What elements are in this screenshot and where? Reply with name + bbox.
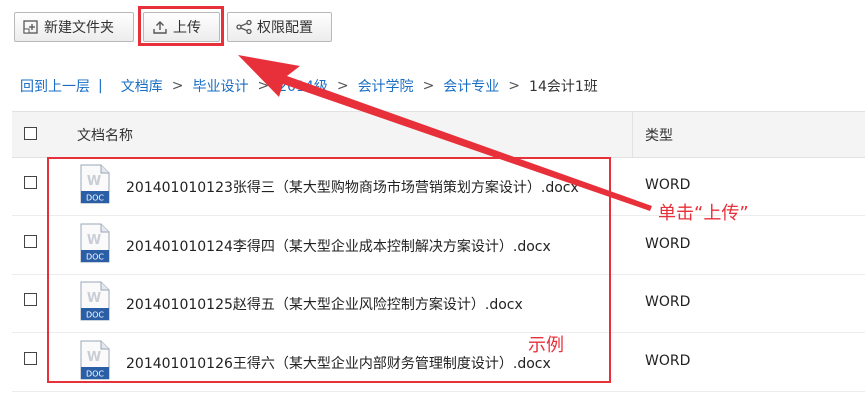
row-checkbox[interactable]	[24, 351, 37, 365]
back-link[interactable]: 回到上一层	[20, 76, 90, 96]
file-type: WORD	[645, 352, 691, 369]
breadcrumb-separator: >	[422, 78, 435, 94]
breadcrumb-separator: >	[336, 78, 349, 94]
svg-text:DOC: DOC	[86, 194, 104, 203]
breadcrumb-separator: >	[257, 78, 270, 94]
annotation-click-upload: 单击“上传”	[658, 203, 749, 224]
word-doc-icon: W DOC	[80, 223, 110, 263]
annotation-example: 示例	[528, 335, 564, 356]
table-header: 文档名称 类型	[12, 111, 865, 158]
upload-highlight-box	[138, 6, 224, 46]
table-row[interactable]: W DOC 201401010125赵得五（某大型企业风险控制方案设计）.doc…	[12, 274, 865, 333]
svg-text:W: W	[87, 174, 101, 189]
svg-text:W: W	[87, 233, 101, 248]
row-checkbox[interactable]	[24, 176, 37, 189]
breadcrumb-item-major[interactable]: 会计专业	[443, 76, 499, 96]
breadcrumb-item-graduation-design[interactable]: 毕业设计	[192, 76, 248, 96]
file-type: WORD	[645, 177, 691, 193]
file-name-link[interactable]: 201401010123张得三（某大型购物商场市场营销策划方案设计）.docx	[126, 177, 579, 197]
permissions-button[interactable]: 权限配置	[227, 12, 332, 42]
file-type: WORD	[645, 235, 691, 252]
row-checkbox[interactable]	[24, 293, 37, 306]
svg-text:DOC: DOC	[86, 311, 104, 320]
file-name-link[interactable]: 201401010124李得四（某大型企业成本控制解决方案设计）.docx	[126, 236, 551, 256]
file-name-link[interactable]: 201401010125赵得五（某大型企业风险控制方案设计）.docx	[126, 294, 523, 314]
column-divider	[632, 112, 633, 157]
breadcrumb-current: 14会计1班	[529, 79, 598, 95]
breadcrumb-item-school[interactable]: 会计学院	[358, 76, 414, 96]
column-header-name[interactable]: 文档名称	[77, 125, 133, 145]
new-folder-label: 新建文件夹	[44, 20, 114, 36]
svg-text:W: W	[87, 350, 101, 365]
breadcrumb-divider: |	[98, 78, 103, 94]
word-doc-icon: W DOC	[80, 281, 110, 321]
file-type: WORD	[645, 294, 691, 310]
new-folder-icon	[23, 20, 39, 34]
breadcrumb-item-library[interactable]: 文档库	[121, 76, 163, 96]
breadcrumb-item-grade[interactable]: 2014级	[278, 76, 328, 96]
new-folder-button[interactable]: 新建文件夹	[14, 12, 134, 42]
select-all-checkbox[interactable]	[24, 127, 37, 140]
share-icon	[236, 20, 252, 34]
toolbar: 新建文件夹 上传 权限配置	[0, 0, 865, 60]
breadcrumb-separator: >	[508, 78, 521, 94]
breadcrumb-separator: >	[171, 78, 184, 94]
svg-text:W: W	[87, 291, 101, 306]
column-header-type[interactable]: 类型	[645, 125, 673, 145]
permissions-label: 权限配置	[257, 20, 313, 36]
row-checkbox[interactable]	[24, 234, 37, 248]
breadcrumb: 回到上一层 | 文档库 > 毕业设计 > 2014级 > 会计学院 > 会计专业…	[20, 76, 598, 96]
word-doc-icon: W DOC	[80, 340, 110, 380]
file-name-link[interactable]: 201401010126王得六（某大型企业内部财务管理制度设计）.docx	[126, 353, 551, 373]
word-doc-icon: W DOC	[80, 164, 110, 204]
svg-text:DOC: DOC	[86, 252, 104, 261]
svg-text:DOC: DOC	[86, 369, 104, 378]
table-row[interactable]: W DOC 201401010126王得六（某大型企业内部财务管理制度设计）.d…	[12, 333, 865, 392]
